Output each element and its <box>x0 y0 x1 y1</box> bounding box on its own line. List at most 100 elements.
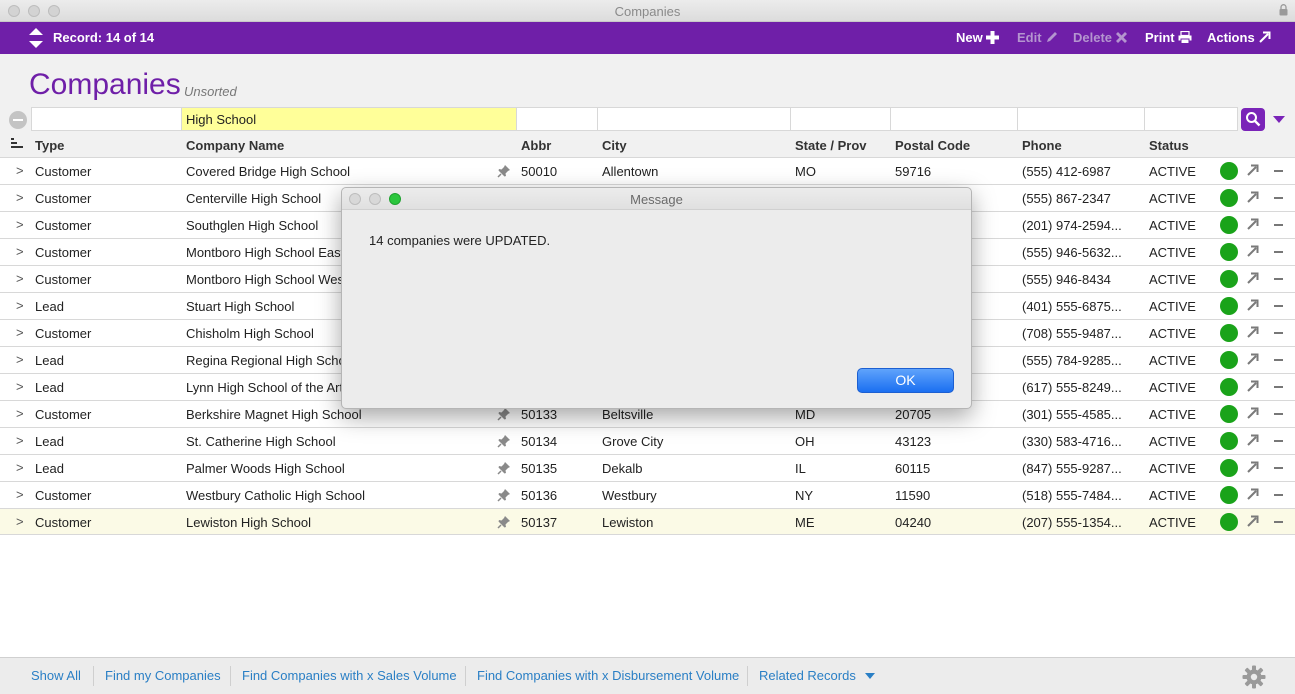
row-expand-chevron-icon[interactable]: > <box>16 433 24 448</box>
row-expand-chevron-icon[interactable]: > <box>16 244 24 259</box>
actions-button[interactable]: Actions <box>1207 30 1271 45</box>
remove-row-button[interactable] <box>1274 521 1283 523</box>
remove-row-button[interactable] <box>1274 413 1283 415</box>
find-status-field[interactable] <box>1144 107 1238 131</box>
open-record-arrow-icon[interactable] <box>1246 515 1259 528</box>
delete-button[interactable]: Delete <box>1073 30 1128 45</box>
find-postal-field[interactable] <box>890 107 1018 131</box>
remove-row-button[interactable] <box>1274 278 1283 280</box>
remove-row-button[interactable] <box>1274 251 1283 253</box>
cell-type: Lead <box>35 299 64 314</box>
find-abbr-field[interactable] <box>516 107 598 131</box>
table-row[interactable]: > Customer Lewiston High School 50137 Lewist… <box>0 508 1295 535</box>
column-header-city[interactable]: City <box>602 138 627 153</box>
status-indicator <box>1220 216 1238 234</box>
pin-icon[interactable] <box>497 461 511 475</box>
find-company-name-field[interactable]: High School <box>181 107 517 131</box>
open-record-arrow-icon[interactable] <box>1246 488 1259 501</box>
pin-icon[interactable] <box>497 407 511 421</box>
table-row[interactable]: > Lead Palmer Woods High School 50135 Dekalb… <box>0 454 1295 481</box>
pin-icon[interactable] <box>497 515 511 529</box>
open-record-arrow-icon[interactable] <box>1246 434 1259 447</box>
cell-state: OH <box>795 434 815 449</box>
edit-button[interactable]: Edit <box>1017 30 1058 45</box>
open-record-arrow-icon[interactable] <box>1246 164 1259 177</box>
remove-row-button[interactable] <box>1274 494 1283 496</box>
row-expand-chevron-icon[interactable]: > <box>16 406 24 421</box>
table-row[interactable]: > Lead St. Catherine High School 50134 Grove… <box>0 427 1295 454</box>
cell-abbr: 50137 <box>521 515 558 530</box>
row-expand-chevron-icon[interactable]: > <box>16 379 24 394</box>
pin-icon[interactable] <box>497 434 511 448</box>
row-expand-chevron-icon[interactable]: > <box>16 487 24 502</box>
cell-status: ACTIVE <box>1149 299 1196 314</box>
table-row[interactable]: > Customer Westbury Catholic High School 50… <box>0 481 1295 508</box>
pin-icon[interactable] <box>497 164 511 178</box>
find-sales-volume-link[interactable]: Find Companies with x Sales Volume <box>242 668 457 683</box>
open-record-arrow-icon[interactable] <box>1246 245 1259 258</box>
row-expand-chevron-icon[interactable]: > <box>16 217 24 232</box>
related-records-dropdown[interactable] <box>865 673 875 679</box>
column-header-postal-code[interactable]: Postal Code <box>895 138 970 153</box>
open-record-arrow-icon[interactable] <box>1246 407 1259 420</box>
remove-row-button[interactable] <box>1274 224 1283 226</box>
find-type-field[interactable] <box>31 107 182 131</box>
row-expand-chevron-icon[interactable]: > <box>16 460 24 475</box>
remove-row-button[interactable] <box>1274 467 1283 469</box>
row-expand-chevron-icon[interactable]: > <box>16 298 24 313</box>
table-row[interactable]: > Customer Covered Bridge High School 50010… <box>0 157 1295 184</box>
pin-icon[interactable] <box>497 488 511 502</box>
column-header-state[interactable]: State / Prov <box>795 138 867 153</box>
open-record-arrow-icon[interactable] <box>1246 272 1259 285</box>
column-header-phone[interactable]: Phone <box>1022 138 1062 153</box>
record-nav-arrows-icon[interactable] <box>29 28 43 48</box>
open-record-arrow-icon[interactable] <box>1246 353 1259 366</box>
ok-button[interactable]: OK <box>857 368 954 393</box>
open-record-arrow-icon[interactable] <box>1246 299 1259 312</box>
cell-city: Allentown <box>602 164 659 179</box>
cell-city: Beltsville <box>602 407 654 422</box>
open-record-arrow-icon[interactable] <box>1246 461 1259 474</box>
row-expand-chevron-icon[interactable]: > <box>16 325 24 340</box>
column-header-company-name[interactable]: Company Name <box>186 138 284 153</box>
cell-state: MO <box>795 164 816 179</box>
cell-status: ACTIVE <box>1149 434 1196 449</box>
find-city-field[interactable] <box>597 107 791 131</box>
find-phone-field[interactable] <box>1017 107 1145 131</box>
row-expand-chevron-icon[interactable]: > <box>16 271 24 286</box>
find-my-companies-link[interactable]: Find my Companies <box>105 668 221 683</box>
new-button[interactable]: New <box>956 30 999 45</box>
related-records-link[interactable]: Related Records <box>759 668 856 683</box>
remove-row-button[interactable] <box>1274 305 1283 307</box>
list-sort-icon[interactable] <box>11 138 23 150</box>
print-button[interactable]: Print <box>1145 30 1192 45</box>
open-record-arrow-icon[interactable] <box>1246 218 1259 231</box>
message-dialog: Message 14 companies were UPDATED. OK <box>341 187 972 409</box>
search-options-dropdown[interactable] <box>1273 116 1285 123</box>
column-header-abbr[interactable]: Abbr <box>521 138 551 153</box>
cell-postal-code: 11590 <box>895 488 931 503</box>
open-record-arrow-icon[interactable] <box>1246 191 1259 204</box>
remove-row-button[interactable] <box>1274 332 1283 334</box>
remove-row-button[interactable] <box>1274 359 1283 361</box>
remove-row-button[interactable] <box>1274 197 1283 199</box>
search-button[interactable] <box>1241 108 1265 131</box>
row-expand-chevron-icon[interactable]: > <box>16 163 24 178</box>
row-expand-chevron-icon[interactable]: > <box>16 190 24 205</box>
remove-row-button[interactable] <box>1274 440 1283 442</box>
open-record-arrow-icon[interactable] <box>1246 380 1259 393</box>
gear-icon[interactable] <box>1242 665 1266 689</box>
cell-type: Customer <box>35 218 92 233</box>
column-header-type[interactable]: Type <box>35 138 64 153</box>
find-disbursement-volume-link[interactable]: Find Companies with x Disbursement Volum… <box>477 668 739 683</box>
remove-row-button[interactable] <box>1274 170 1283 172</box>
cell-city: Lewiston <box>602 515 654 530</box>
find-state-field[interactable] <box>790 107 891 131</box>
cell-phone: (201) 974-2594... <box>1022 218 1122 233</box>
column-header-status[interactable]: Status <box>1149 138 1189 153</box>
row-expand-chevron-icon[interactable]: > <box>16 514 24 529</box>
row-expand-chevron-icon[interactable]: > <box>16 352 24 367</box>
remove-row-button[interactable] <box>1274 386 1283 388</box>
open-record-arrow-icon[interactable] <box>1246 326 1259 339</box>
show-all-link[interactable]: Show All <box>31 668 81 683</box>
